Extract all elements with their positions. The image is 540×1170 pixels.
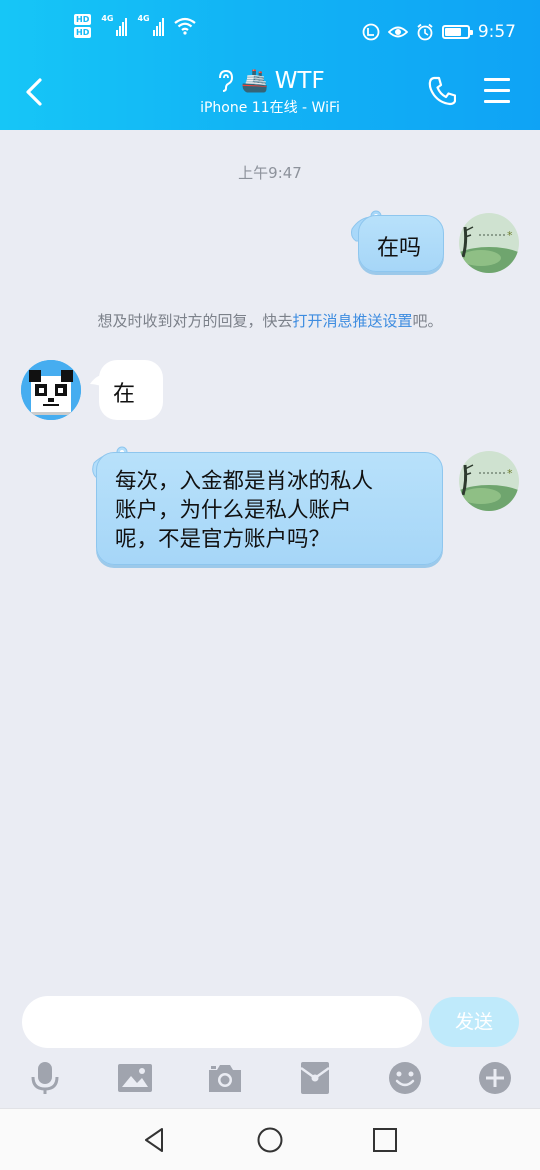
message-text: 在 xyxy=(113,382,136,407)
signal-group: HD HD 4G 4G xyxy=(74,14,196,38)
svg-text:*: * xyxy=(507,229,513,242)
header-bar: HD HD 4G 4G 9:57 🚢 WTF iPhone 11在线 - WiF… xyxy=(0,0,540,130)
chat-toolbar xyxy=(0,1058,540,1102)
signal-icon: 4G xyxy=(101,14,128,36)
send-button[interactable]: 发送 xyxy=(429,997,519,1047)
landscape-avatar-image: * xyxy=(459,213,519,273)
red-packet-icon[interactable] xyxy=(297,1060,333,1096)
data-saver-icon xyxy=(362,23,380,41)
message-timestamp: 上午9:47 xyxy=(238,164,302,182)
nav-recents-icon[interactable] xyxy=(370,1125,400,1155)
microphone-icon[interactable] xyxy=(27,1060,63,1096)
status-bar: HD HD 4G 4G 9:57 xyxy=(0,14,540,50)
contact-emoji: 🚢 xyxy=(241,68,269,94)
push-notice: 想及时收到对方的回复，快去打开消息推送设置吧。 xyxy=(0,310,540,331)
image-icon[interactable] xyxy=(117,1060,153,1096)
message-bubble[interactable]: 在 xyxy=(99,360,163,420)
message-text-line: 呢，不是官方账户吗？ xyxy=(115,527,331,552)
nav-back-icon[interactable] xyxy=(140,1125,170,1155)
message-text-line: 每次，入金都是肖冰的私人 xyxy=(115,469,374,494)
hd-badge: HD xyxy=(74,14,92,25)
message-bubble[interactable]: 每次，入金都是肖冰的私人 账户，为什么是私人账户 呢，不是官方账户吗？ xyxy=(96,452,443,565)
svg-text:*: * xyxy=(507,467,513,480)
panda-avatar-image xyxy=(21,360,81,420)
menu-icon[interactable] xyxy=(484,78,512,104)
eye-icon xyxy=(387,26,408,38)
message-text: 在吗 xyxy=(377,236,422,261)
status-time: 9:57 xyxy=(477,22,516,42)
contact-title[interactable]: 🚢 WTF iPhone 11在线 - WiFi xyxy=(0,68,540,117)
notice-suffix: 吧。 xyxy=(412,312,443,330)
system-nav-bar xyxy=(0,1108,540,1170)
emoji-icon[interactable] xyxy=(387,1060,423,1096)
alarm-icon xyxy=(417,23,433,41)
camera-icon[interactable] xyxy=(207,1060,243,1096)
my-avatar[interactable]: * xyxy=(459,213,519,273)
hearing-mode-icon[interactable] xyxy=(215,69,235,93)
battery-icon xyxy=(441,25,473,39)
push-settings-link[interactable]: 打开消息推送设置 xyxy=(292,312,412,330)
network-label: 4G xyxy=(137,14,150,23)
message-bubble[interactable]: 在吗 xyxy=(358,215,444,272)
contact-avatar[interactable] xyxy=(21,360,81,420)
title-bar: 🚢 WTF iPhone 11在线 - WiFi xyxy=(0,66,540,122)
my-avatar[interactable]: * xyxy=(459,451,519,511)
contact-name: WTF xyxy=(274,68,325,94)
nav-home-icon[interactable] xyxy=(255,1125,285,1155)
wifi-icon xyxy=(173,17,196,35)
phone-icon[interactable] xyxy=(428,76,456,106)
notice-prefix: 想及时收到对方的回复，快去 xyxy=(97,312,293,330)
landscape-avatar-image: * xyxy=(459,451,519,511)
hd-badges: HD HD xyxy=(74,14,92,38)
signal-icon: 4G xyxy=(137,14,164,36)
online-status: iPhone 11在线 - WiFi xyxy=(200,100,340,116)
message-input[interactable] xyxy=(22,996,422,1048)
status-right: 9:57 xyxy=(362,22,516,42)
plus-icon[interactable] xyxy=(477,1060,513,1096)
message-text-line: 账户，为什么是私人账户 xyxy=(115,498,352,523)
hd-badge: HD xyxy=(74,27,92,38)
network-label: 4G xyxy=(101,14,114,23)
